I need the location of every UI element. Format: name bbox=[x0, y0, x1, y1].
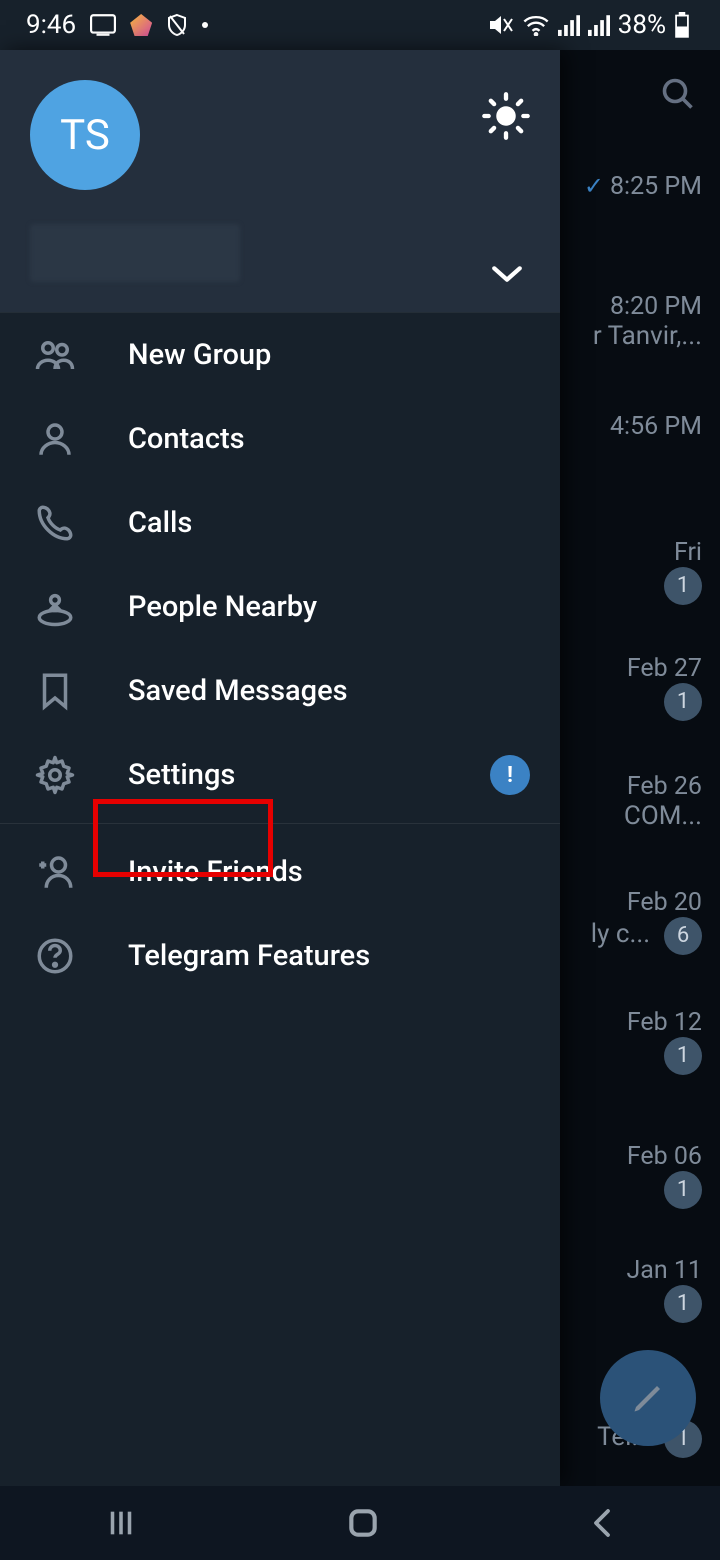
unread-badge: 1 bbox=[664, 1037, 702, 1075]
menu-label: Telegram Features bbox=[128, 939, 370, 973]
sun-icon bbox=[480, 90, 532, 142]
battery-percent: 38% bbox=[618, 10, 666, 40]
pencil-icon bbox=[630, 1380, 666, 1416]
unread-badge: 1 bbox=[664, 1171, 702, 1209]
menu-item-invite-friends[interactable]: Invite Friends bbox=[0, 830, 560, 914]
nav-home-button[interactable] bbox=[343, 1503, 383, 1543]
menu-item-telegram-features[interactable]: Telegram Features bbox=[0, 914, 560, 998]
chat-preview: COM... bbox=[624, 801, 702, 831]
chat-time: Feb 20 bbox=[627, 888, 702, 917]
settings-alert-badge: ! bbox=[490, 755, 530, 795]
menu-label: People Nearby bbox=[128, 590, 317, 624]
profile-avatar[interactable]: TS bbox=[30, 80, 140, 190]
menu-label: Settings bbox=[128, 758, 235, 792]
chat-time: 4:56 PM bbox=[610, 412, 702, 441]
unread-badge: 1 bbox=[664, 683, 702, 721]
battery-icon bbox=[674, 12, 690, 38]
unread-badge: 1 bbox=[664, 567, 702, 605]
home-icon bbox=[343, 1503, 383, 1543]
nav-drawer: TS New Group Contacts bbox=[0, 50, 560, 1486]
avatar-initials: TS bbox=[60, 111, 110, 160]
cast-icon bbox=[90, 14, 116, 36]
status-bar: 9:46 38% bbox=[0, 0, 720, 50]
wifi-icon bbox=[522, 14, 550, 36]
menu-label: New Group bbox=[128, 338, 271, 372]
dot-icon bbox=[202, 22, 208, 28]
recents-icon bbox=[102, 1506, 140, 1540]
chat-time: Feb 06 bbox=[627, 1142, 702, 1171]
status-left: 9:46 bbox=[26, 10, 208, 40]
shield-off-icon bbox=[166, 13, 188, 37]
help-icon bbox=[34, 935, 76, 977]
chat-preview: r Tanvir,... bbox=[593, 321, 702, 351]
signal-icon-1 bbox=[558, 14, 580, 36]
status-clock: 9:46 bbox=[26, 10, 76, 40]
chat-time: Feb 26 bbox=[627, 772, 702, 801]
chat-row[interactable]: Feb 27 1 bbox=[542, 654, 702, 721]
unread-badge: 6 bbox=[664, 917, 702, 955]
chat-row[interactable]: Feb 26 COM... bbox=[542, 772, 702, 831]
person-icon bbox=[34, 418, 76, 460]
group-icon bbox=[34, 334, 76, 376]
chat-preview: ly c... bbox=[591, 919, 650, 949]
account-switcher-button[interactable] bbox=[490, 264, 524, 284]
bookmark-icon bbox=[34, 670, 76, 712]
chat-row[interactable]: Jan 11 1 bbox=[542, 1256, 702, 1323]
chat-row[interactable]: ✓ 8:25 PM bbox=[542, 172, 702, 201]
system-nav-bar bbox=[0, 1486, 720, 1560]
menu-label: Saved Messages bbox=[128, 674, 348, 708]
nearby-icon bbox=[34, 586, 76, 628]
chat-time: Feb 27 bbox=[627, 654, 702, 683]
person-add-icon bbox=[34, 851, 76, 893]
menu-item-new-group[interactable]: New Group bbox=[0, 313, 560, 397]
drawer-header: TS bbox=[0, 50, 560, 312]
nav-recents-button[interactable] bbox=[102, 1506, 140, 1540]
chat-time: 8:25 PM bbox=[610, 172, 702, 201]
chat-row[interactable]: Feb 20 ly c... 6 bbox=[542, 888, 702, 955]
menu-item-settings[interactable]: Settings ! bbox=[0, 733, 560, 817]
phone-icon bbox=[34, 502, 76, 544]
search-button[interactable] bbox=[660, 76, 696, 112]
unread-badge: 1 bbox=[664, 1285, 702, 1323]
drawer-menu: New Group Contacts Calls People Nearby S bbox=[0, 312, 560, 1486]
compose-fab[interactable] bbox=[600, 1350, 696, 1446]
chat-time: Feb 12 bbox=[627, 1008, 702, 1037]
nav-back-button[interactable] bbox=[586, 1505, 618, 1541]
chat-row[interactable]: 8:20 PM r Tanvir,... bbox=[542, 292, 702, 351]
menu-label: Calls bbox=[128, 506, 192, 540]
menu-item-saved-messages[interactable]: Saved Messages bbox=[0, 649, 560, 733]
menu-label: Invite Friends bbox=[128, 855, 303, 889]
back-icon bbox=[586, 1505, 618, 1541]
chat-time: Jan 11 bbox=[626, 1256, 702, 1285]
check-icon: ✓ bbox=[584, 172, 604, 200]
account-name-redacted bbox=[30, 224, 240, 282]
chat-row[interactable]: Feb 06 1 bbox=[542, 1142, 702, 1209]
status-right: 38% bbox=[488, 10, 690, 40]
chat-row[interactable]: Fri 1 bbox=[542, 538, 702, 605]
chat-time: 8:20 PM bbox=[610, 292, 702, 321]
menu-item-calls[interactable]: Calls bbox=[0, 481, 560, 565]
chat-time: Fri bbox=[674, 538, 702, 567]
mute-vibrate-icon bbox=[488, 13, 514, 37]
chevron-down-icon bbox=[490, 264, 524, 284]
menu-item-contacts[interactable]: Contacts bbox=[0, 397, 560, 481]
signal-icon-2 bbox=[588, 14, 610, 36]
chat-row[interactable]: 4:56 PM bbox=[542, 412, 702, 441]
menu-label: Contacts bbox=[128, 422, 245, 456]
menu-divider bbox=[0, 823, 560, 824]
app-badge-icon bbox=[130, 14, 152, 36]
chat-list-dimmed: ✓ 8:25 PM 8:20 PM r Tanvir,... 4:56 PM F… bbox=[560, 50, 720, 1486]
chat-row[interactable]: Feb 12 1 bbox=[542, 1008, 702, 1075]
gear-icon bbox=[34, 754, 76, 796]
menu-item-people-nearby[interactable]: People Nearby bbox=[0, 565, 560, 649]
theme-toggle-button[interactable] bbox=[480, 90, 532, 142]
